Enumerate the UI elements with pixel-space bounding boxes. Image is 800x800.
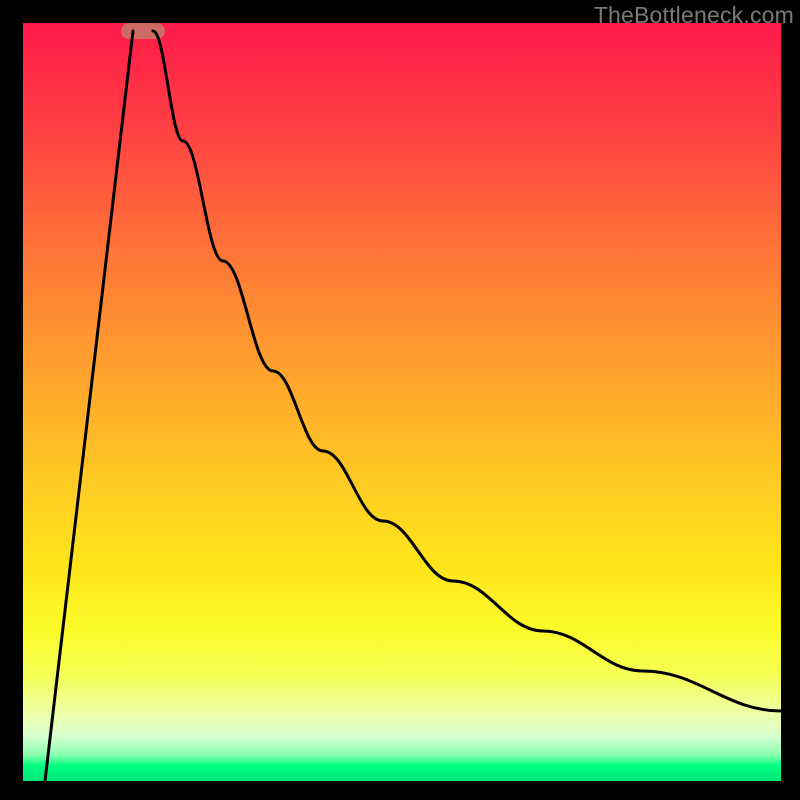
right-curve-path [153, 31, 781, 711]
left-line-path [45, 31, 133, 781]
curve-overlay [23, 23, 781, 781]
watermark-text: TheBottleneck.com [594, 2, 794, 29]
